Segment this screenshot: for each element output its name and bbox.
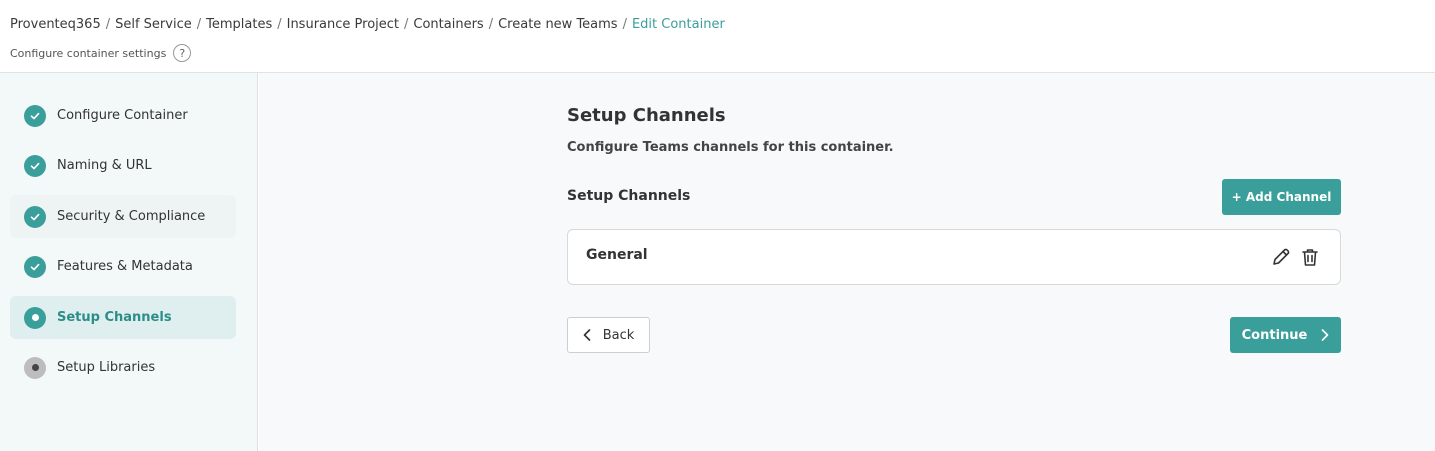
step-features-metadata[interactable]: Features & Metadata xyxy=(10,245,236,288)
trash-icon[interactable] xyxy=(1298,245,1322,269)
pending-step-icon xyxy=(24,356,46,379)
breadcrumb-item-proventeq365[interactable]: Proventeq365 xyxy=(10,17,101,32)
breadcrumb-separator: / xyxy=(105,17,111,32)
pencil-icon[interactable] xyxy=(1269,245,1293,269)
breadcrumb-separator: / xyxy=(488,17,494,32)
chevron-right-icon xyxy=(1321,329,1329,341)
back-button[interactable]: Back xyxy=(567,317,650,353)
breadcrumb-item-create-new-teams[interactable]: Create new Teams xyxy=(498,17,617,32)
breadcrumb-separator: / xyxy=(277,17,282,32)
step-naming-url[interactable]: Naming & URL xyxy=(10,144,236,187)
step-label: Setup Libraries xyxy=(57,360,156,375)
breadcrumb-item-containers[interactable]: Containers xyxy=(413,17,483,32)
channel-name: General xyxy=(586,247,648,263)
breadcrumb-separator: / xyxy=(622,17,627,32)
breadcrumb-item-templates[interactable]: Templates xyxy=(206,17,272,32)
breadcrumb-separator: / xyxy=(404,17,409,32)
back-button-label: Back xyxy=(602,327,635,343)
step-label: Features & Metadata xyxy=(57,259,193,274)
page-subtitle: Configure container settings ? xyxy=(10,44,192,62)
step-security-compliance[interactable]: Security & Compliance xyxy=(10,195,236,238)
check-icon xyxy=(24,255,46,278)
step-label: Naming & URL xyxy=(57,158,152,173)
check-icon xyxy=(24,154,46,177)
breadcrumb-item-insurance-project[interactable]: Insurance Project xyxy=(287,17,399,32)
step-setup-libraries[interactable]: Setup Libraries xyxy=(10,346,236,389)
breadcrumb: Proventeq365 / Self Service / Templates / Insu… xyxy=(10,17,725,32)
step-label: Configure Container xyxy=(57,108,188,123)
help-icon[interactable]: ? xyxy=(173,44,192,62)
step-setup-channels[interactable]: Setup Channels xyxy=(10,296,236,339)
step-label: Setup Channels xyxy=(57,310,172,325)
page-description: Configure Teams channels for this contai… xyxy=(567,140,894,155)
page-header: Proventeq365 / Self Service / Templates / Insu… xyxy=(0,0,1435,73)
continue-button[interactable]: Continue xyxy=(1230,317,1341,353)
section-title: Setup Channels xyxy=(567,188,691,204)
channel-row: General xyxy=(567,229,1341,285)
step-label: Security & Compliance xyxy=(57,209,206,224)
current-step-icon xyxy=(24,306,46,329)
breadcrumb-separator: / xyxy=(196,17,202,32)
page-title: Setup Channels xyxy=(567,105,726,126)
chevron-left-icon xyxy=(583,329,591,341)
steps-sidebar: Configure Container Naming & URL Securit… xyxy=(0,73,258,451)
check-icon xyxy=(24,104,46,127)
continue-button-label: Continue xyxy=(1241,327,1308,343)
breadcrumb-current: Edit Container xyxy=(631,17,725,32)
add-channel-button[interactable]: + Add Channel xyxy=(1222,179,1341,215)
breadcrumb-item-self-service[interactable]: Self Service xyxy=(115,17,192,32)
subtitle-text: Configure container settings xyxy=(10,46,167,60)
step-configure-container[interactable]: Configure Container xyxy=(10,94,236,137)
check-icon xyxy=(24,205,46,228)
main-content: Setup Channels Configure Teams channels … xyxy=(259,73,1435,451)
